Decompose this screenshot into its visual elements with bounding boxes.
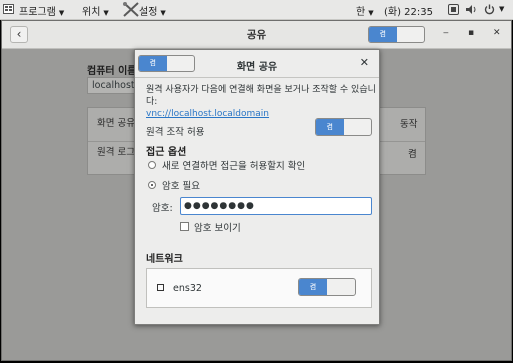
app-grid-icon[interactable] [3,4,14,14]
password-label: 암호: [152,203,173,214]
close-icon[interactable]: ✕ [360,56,369,69]
network-title: 네트워크 [146,254,183,265]
settings-tools-icon [122,1,140,21]
require-password-label[interactable]: 암호 필요 [162,178,200,192]
clock[interactable]: (화) 22:35 [384,3,433,18]
top-bar: 프로그램 ▼ 위치 ▼ 설정 ▼ 한 ▼ (화) 22:35 ▼ [0,0,513,20]
confirm-access-label[interactable]: 새로 연결하면 접근을 허용할지 확인 [162,158,305,172]
password-field[interactable]: ●●●●●●●● [180,197,372,215]
header-bar: ‹ 공유 켬 ‒ ▪ ✕ [2,21,511,49]
maximize-icon[interactable]: ▪ [468,28,474,38]
network-list: ens32 켬 [146,268,372,308]
volume-icon[interactable] [465,4,477,18]
network-name: ens32 [173,283,202,294]
network-interface-icon [157,284,164,291]
minimize-icon[interactable]: ‒ [443,28,449,38]
close-icon[interactable]: ✕ [493,28,501,38]
vnc-address-link[interactable]: vnc://localhost.localdomain [146,109,269,119]
show-password-label[interactable]: 암호 보이기 [194,220,241,234]
computer-name-label: 컴퓨터 이름 [87,66,137,77]
settings-menu[interactable]: 설정 ▼ [139,3,166,18]
places-menu[interactable]: 위치 ▼ [82,3,109,18]
dialog-title: 화면 공유 [236,62,278,73]
show-password-checkbox[interactable] [180,222,189,231]
list-item-status: 켬 [408,149,417,160]
confirm-access-radio[interactable] [148,161,156,169]
input-method-indicator[interactable]: 한 ▼ [356,3,374,18]
access-options-title: 접근 옵션 [146,147,187,158]
remote-control-label: 원격 조작 허용 [146,127,205,138]
list-item-label: 화면 공유 [97,118,135,129]
applications-menu[interactable]: 프로그램 ▼ [19,3,64,18]
dialog-divider [135,77,379,78]
power-icon[interactable] [484,4,495,18]
window-title: 공유 [246,29,267,41]
list-item-label: 원격 로그 [97,147,135,158]
remote-control-switch[interactable]: 켬 [315,118,372,136]
list-item-status: 동작 [400,119,418,130]
screen-share-indicator-icon[interactable] [448,4,459,18]
system-menu-caret-icon[interactable]: ▼ [499,5,504,13]
require-password-radio[interactable] [148,181,156,189]
sharing-master-switch[interactable]: 켬 [368,26,425,43]
dialog-description: 원격 사용자가 다음에 연결해 화면을 보거나 조작할 수 있습니다: vnc:… [146,85,376,119]
network-switch[interactable]: 켬 [298,278,356,296]
screen-sharing-dialog: 켬 화면 공유 ✕ 원격 사용자가 다음에 연결해 화면을 보거나 조작할 수 … [134,49,380,325]
